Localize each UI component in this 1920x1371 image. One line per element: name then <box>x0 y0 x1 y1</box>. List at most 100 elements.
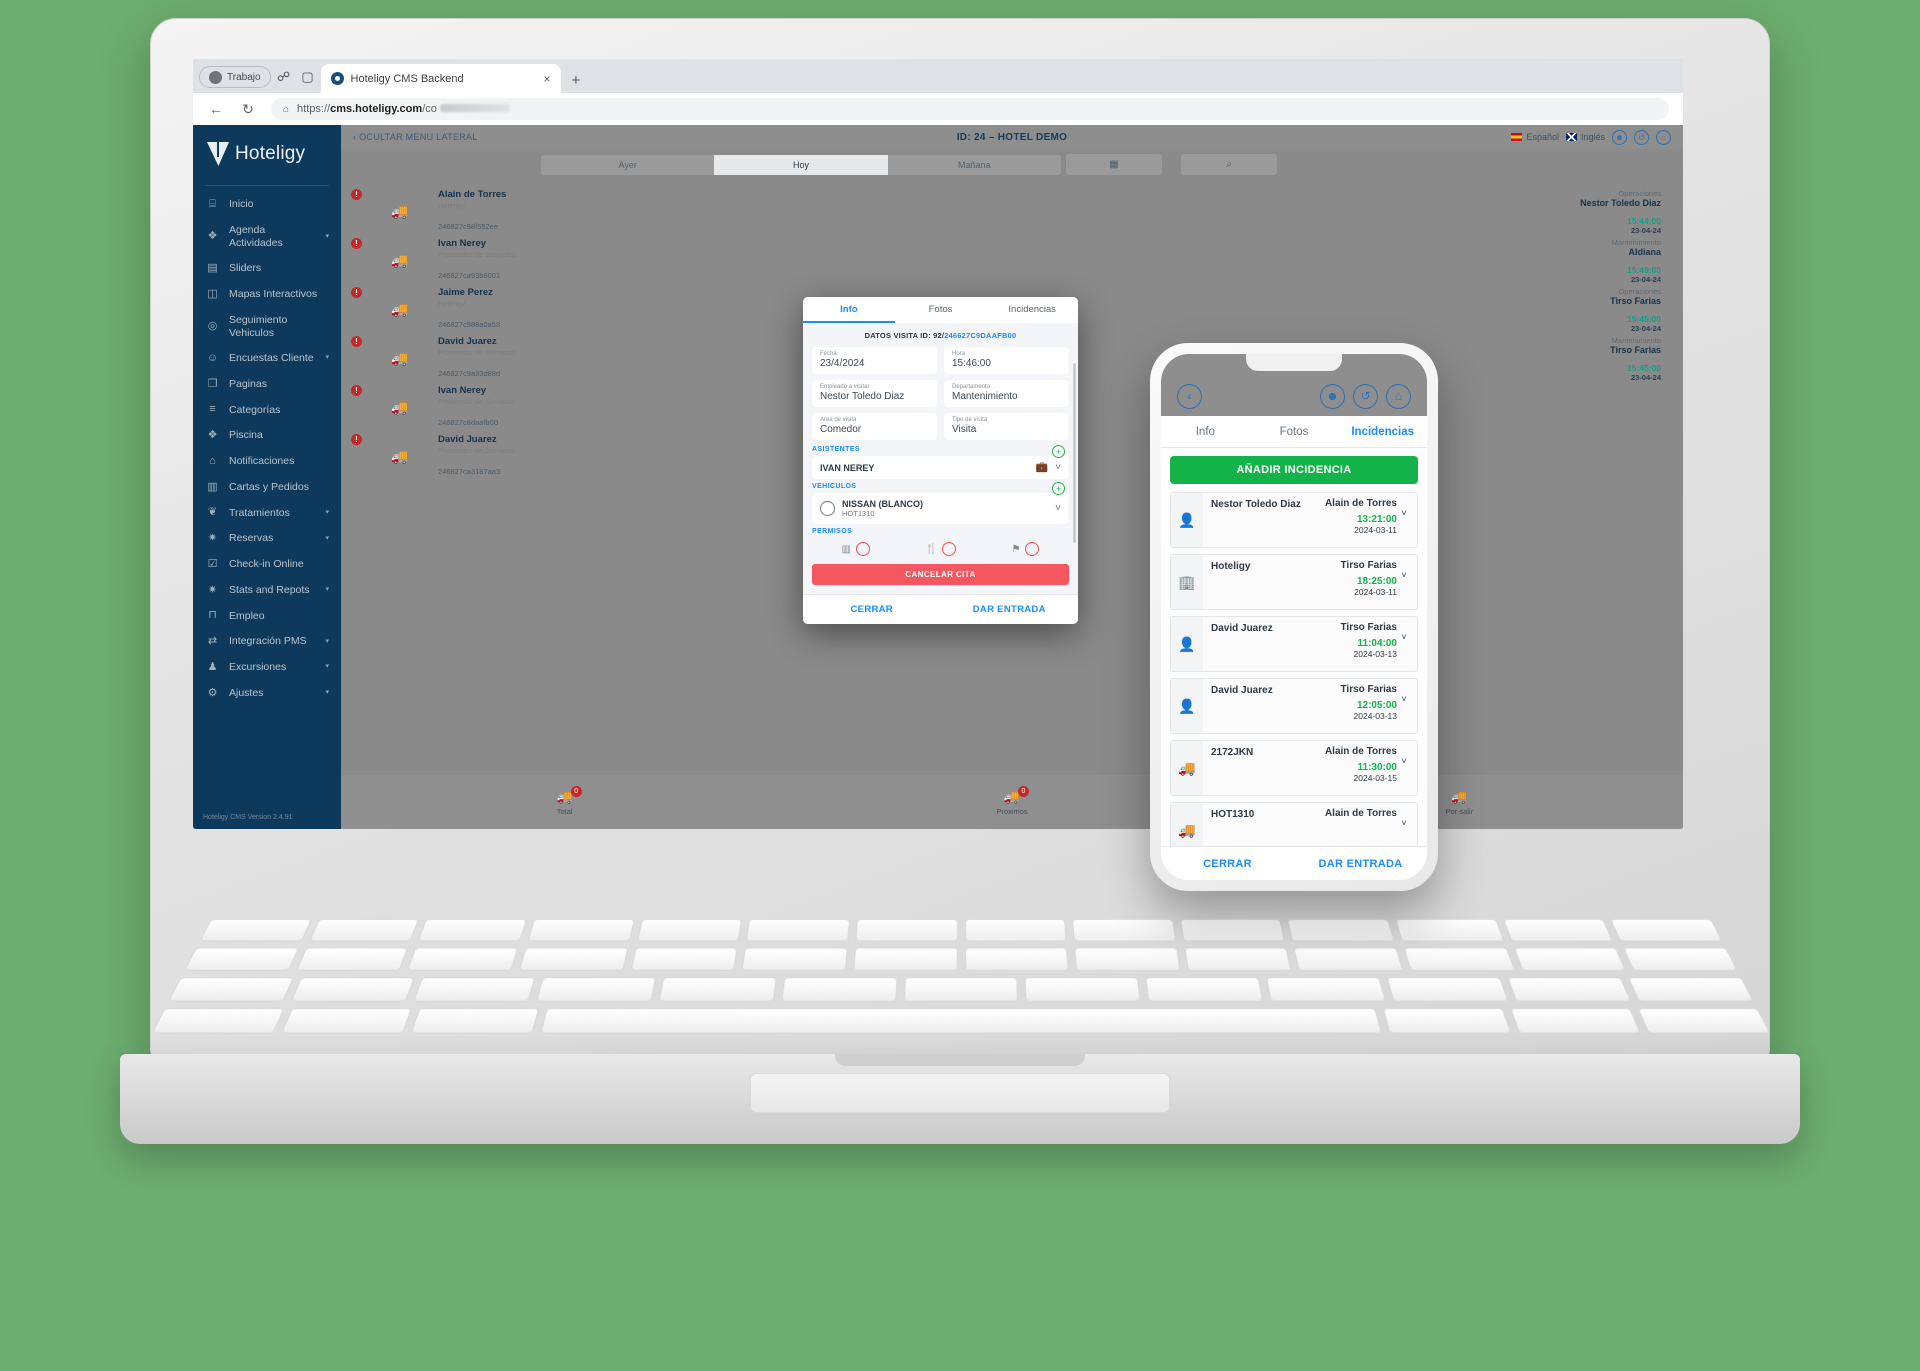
language-english[interactable]: Inglés <box>1565 130 1605 145</box>
sidebar-item-empleo[interactable]: ⊓ Empleo <box>193 603 341 629</box>
key[interactable] <box>417 919 527 942</box>
key[interactable] <box>780 977 898 1002</box>
key[interactable] <box>741 947 848 971</box>
sidebar-item-reservas[interactable]: ✷ Reservas ▾ <box>193 526 341 552</box>
food-permission-toggle[interactable] <box>942 542 957 556</box>
phone-user-icon[interactable]: ☻ <box>1320 383 1345 409</box>
key[interactable] <box>1623 947 1738 971</box>
key[interactable] <box>903 977 1019 1002</box>
key[interactable] <box>1293 947 1404 971</box>
key[interactable] <box>1513 947 1627 971</box>
key[interactable] <box>630 947 738 971</box>
modal-tab-incidencias[interactable]: Incidencias <box>986 297 1078 323</box>
field-fecha[interactable]: Fecha 23/4/2024 <box>812 347 937 374</box>
incidencia-row[interactable]: 👤 Nestor Toledo Diaz Alain de Torres 13:21:… <box>1170 492 1418 548</box>
key[interactable] <box>1637 1008 1771 1034</box>
chevron-down-icon[interactable]: ˅ <box>1397 498 1411 541</box>
incidencia-row[interactable]: 🏢 Hoteligy Tirso Farias 18:25:00 2024-03-11 ˅ <box>1170 554 1418 610</box>
key[interactable] <box>407 947 519 971</box>
sidebar-item-excursiones[interactable]: ♟ Excursiones ▾ <box>193 655 341 681</box>
phone-cerrar-button[interactable]: CERRAR <box>1161 847 1294 880</box>
summary-total[interactable]: 🚚 0 Total <box>341 785 788 816</box>
visit-row[interactable]: ! 🚚 Ivan Nerey Proveedor de Servicios 246827… <box>341 232 1683 284</box>
key[interactable] <box>1502 919 1614 942</box>
field-tipo-de-visita[interactable]: Tipo de visita Visita <box>944 413 1069 440</box>
key[interactable] <box>1386 977 1509 1002</box>
asistente-row[interactable]: IVAN NEREY 💼 ˅ <box>812 456 1069 479</box>
modal-dar-entrada-button[interactable]: DAR ENTRADA <box>941 595 1079 624</box>
field-hora[interactable]: Hora 15:46:00 <box>944 347 1069 374</box>
key[interactable] <box>410 1008 540 1034</box>
reload-icon[interactable]: ↻ <box>239 101 257 118</box>
date-segment-control[interactable]: Ayer Hoy Mañana <box>541 154 1061 175</box>
incidencia-row[interactable]: 👤 David Juarez Tirso Farias 11:04:00 2024-03… <box>1170 616 1418 672</box>
modal-scrollbar[interactable] <box>1073 363 1076 543</box>
browser-tab-active[interactable]: Hoteligy CMS Backend × <box>320 64 561 93</box>
phone-tab-fotos[interactable]: Fotos <box>1250 416 1339 447</box>
key[interactable] <box>1382 1008 1512 1034</box>
add-incidencia-button[interactable]: AÑADIR INCIDENCIA <box>1170 456 1418 484</box>
sidebar-item-encuestas-cliente[interactable]: ☺ Encuestas Cliente ▾ <box>193 346 341 372</box>
modal-cerrar-button[interactable]: CERRAR <box>803 595 941 624</box>
key[interactable] <box>184 947 299 971</box>
close-tab-icon[interactable]: × <box>544 72 551 86</box>
sidebar-item-agenda-actividades[interactable]: ❖ Agenda Actividades ▾ <box>193 218 341 256</box>
language-spanish[interactable]: Español <box>1511 130 1559 145</box>
sidebar-item-seguimiento-vehiculos[interactable]: ◎ Seguimiento Vehiculos <box>193 308 341 346</box>
sidebar-item-piscina[interactable]: ❖ Piscina <box>193 423 341 449</box>
sidebar-item-tratamientos[interactable]: ❦ Tratamientos ▾ <box>193 500 341 526</box>
key[interactable] <box>1179 919 1286 942</box>
tab-search-icon[interactable]: ▢ <box>297 66 319 88</box>
user-account-icon[interactable]: ☻ <box>1612 129 1627 145</box>
address-bar[interactable]: ⌂ https://cms.hoteligy.com/co <box>271 98 1669 120</box>
back-icon[interactable]: ← <box>207 101 225 117</box>
date-segment-hoy[interactable]: Hoy <box>714 154 888 175</box>
key[interactable] <box>964 947 1069 971</box>
visit-row[interactable]: ! 🚚 Alain de Torres Hoteligy 246827c98f552ee… <box>341 183 1683 235</box>
calendar-button[interactable]: ▦ <box>1066 154 1162 175</box>
sidebar-item-categor-as[interactable]: ≡ Categorías <box>193 397 341 423</box>
key[interactable] <box>1507 977 1632 1002</box>
field-departamento[interactable]: Departamento Mantenimiento <box>944 380 1069 407</box>
food-permission[interactable]: 🍴 <box>925 542 957 556</box>
key[interactable] <box>295 947 409 971</box>
card-permission-toggle[interactable] <box>855 542 870 556</box>
key[interactable] <box>964 919 1067 942</box>
key[interactable] <box>535 977 656 1002</box>
key[interactable] <box>1509 1008 1641 1034</box>
key[interactable] <box>1145 977 1264 1002</box>
key[interactable] <box>745 919 850 942</box>
phone-tab-incidencias[interactable]: Incidencias <box>1338 416 1427 447</box>
sidebar-item-ajustes[interactable]: ⚙ Ajustes ▾ <box>193 681 341 707</box>
key[interactable] <box>1074 947 1181 971</box>
key[interactable] <box>1395 919 1505 942</box>
modal-tab-info[interactable]: Info <box>803 297 895 323</box>
key[interactable] <box>1184 947 1292 971</box>
sidebar-item-check-in-online[interactable]: ☑ Check-in Online <box>193 552 341 578</box>
vehiculo-row[interactable]: NISSAN (BLANCO) HOT1310 ˅ <box>812 493 1069 524</box>
browser-profile-chip[interactable]: Trabajo <box>199 66 271 88</box>
field-area-de-visita[interactable]: Area de visita Comedor <box>812 413 937 440</box>
key[interactable] <box>1287 919 1395 942</box>
key[interactable] <box>853 947 958 971</box>
hide-sidebar-button[interactable]: ‹ OCULTAR MENU LATERAL <box>353 132 478 142</box>
key[interactable] <box>290 977 415 1002</box>
add-vehiculo-button[interactable]: + <box>1052 482 1065 495</box>
key[interactable] <box>1024 977 1142 1002</box>
chevron-down-icon[interactable]: ˅ <box>1397 684 1411 727</box>
chevron-down-icon[interactable]: ˅ <box>1397 746 1411 789</box>
incidencia-row[interactable]: 🚚 2172JKN Alain de Torres 11:30:00 2024-03-1… <box>1170 740 1418 796</box>
sidebar-item-paginas[interactable]: ❐ Paginas <box>193 372 341 398</box>
phone-refresh-icon[interactable]: ↺ <box>1353 383 1378 409</box>
key[interactable] <box>1403 947 1515 971</box>
phone-back-button[interactable]: ‹ <box>1177 383 1202 409</box>
sidebar-item-cartas-y-pedidos[interactable]: ▥ Cartas y Pedidos <box>193 475 341 501</box>
extensions-icon[interactable]: ☍ <box>273 66 295 88</box>
asistente-chevron-icon[interactable]: ˅ <box>1055 462 1061 473</box>
refresh-icon[interactable]: ↺ <box>1634 129 1649 145</box>
key[interactable] <box>199 919 312 942</box>
incidencia-row[interactable]: 👤 David Juarez Tirso Farias 12:05:00 2024-03… <box>1170 678 1418 734</box>
cancel-appointment-button[interactable]: CANCELAR CITA <box>812 564 1069 585</box>
key[interactable] <box>1266 977 1387 1002</box>
phone-tab-info[interactable]: Info <box>1161 416 1250 447</box>
